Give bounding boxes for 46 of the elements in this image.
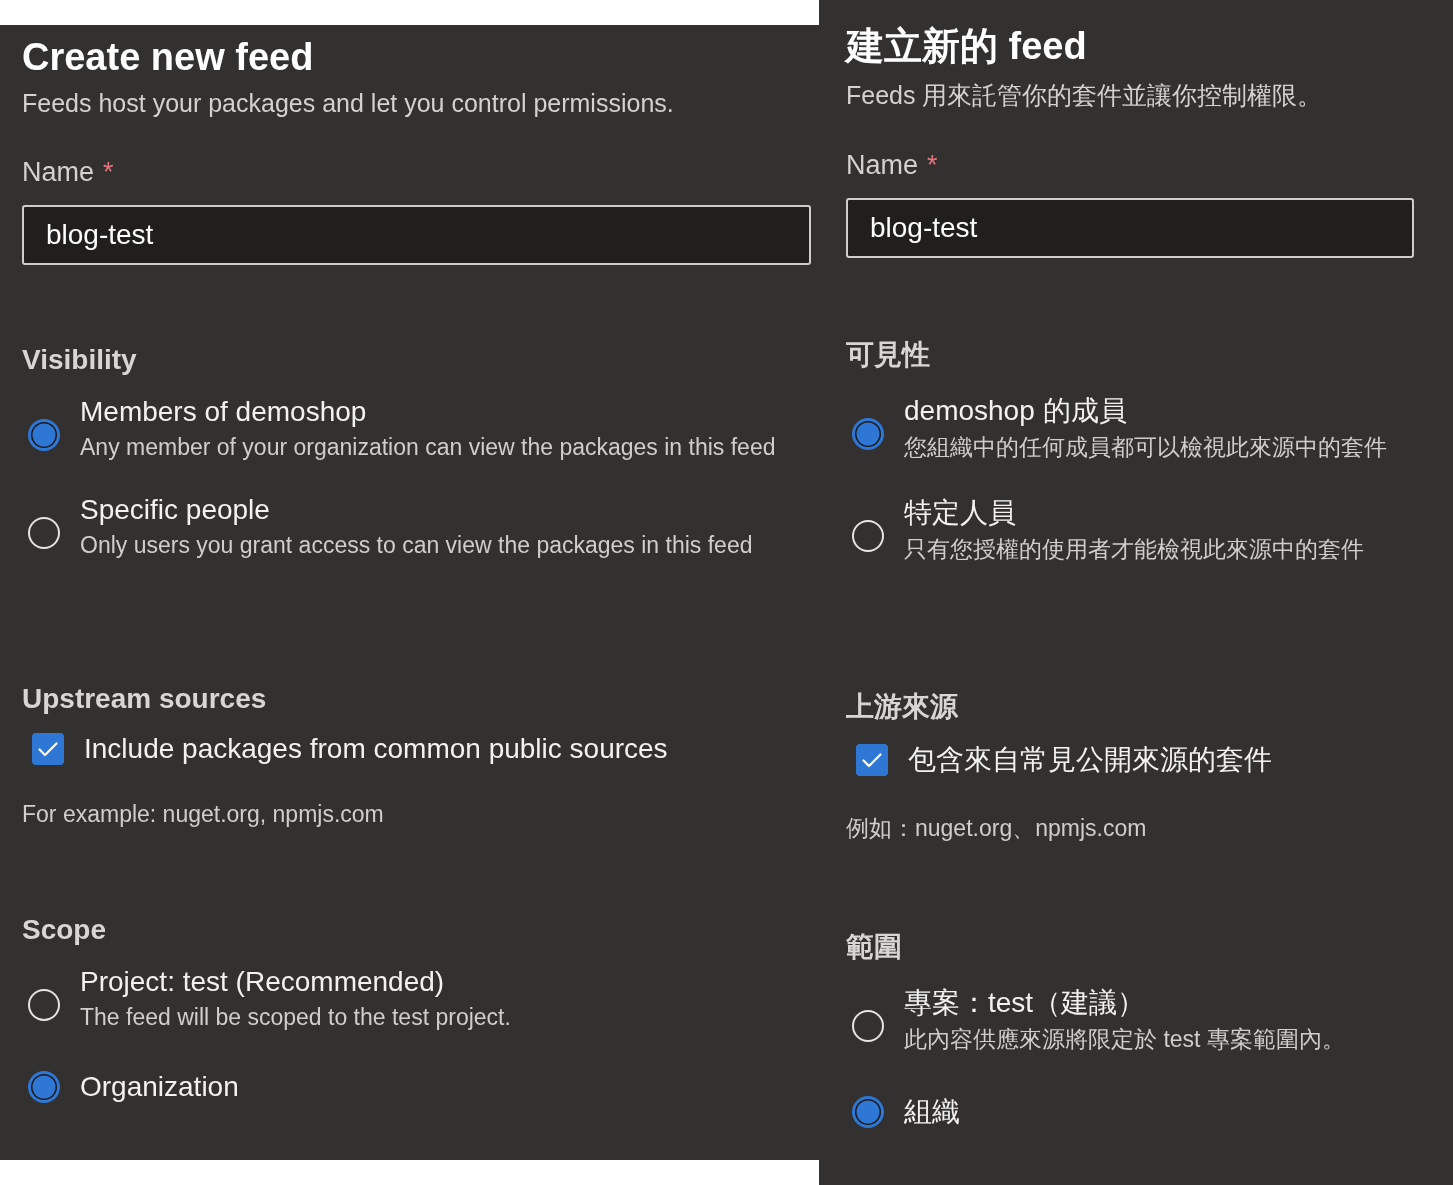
page-subtitle: Feeds host your packages and let you control permissions. (22, 88, 674, 119)
name-input[interactable]: blog-test (846, 198, 1414, 258)
section-heading: 範圍 (846, 930, 903, 964)
required-asterisk: * (927, 149, 938, 182)
section-heading: Visibility (22, 343, 138, 377)
radio-button[interactable] (852, 1096, 884, 1128)
page-subtitle: Feeds 用來託管你的套件並讓你控制權限。 (846, 80, 1323, 111)
option-description: 此內容供應來源將限定於 test 專案範圍內。 (904, 1025, 1345, 1054)
option-label: Members of demoshop (80, 395, 367, 429)
option-description: 您組織中的任何成員都可以檢視此來源中的套件 (904, 433, 1387, 462)
checkbox[interactable] (856, 744, 888, 776)
option-label: 組織 (904, 1095, 960, 1129)
section-heading: Scope (22, 913, 108, 947)
option-label: Organization (80, 1070, 239, 1104)
option-label: demoshop 的成員 (904, 394, 1127, 428)
option-label: Project: test (Recommended) (80, 965, 445, 999)
radio-button[interactable] (28, 517, 60, 549)
option-label: 專案：test（建議） (904, 986, 1146, 1020)
option-description: Only users you grant access to can view the packages in this feed (80, 531, 753, 560)
radio-button[interactable] (28, 1071, 60, 1103)
option-description: The feed will be scoped to the test project. (80, 1003, 511, 1032)
radio-button[interactable] (852, 520, 884, 552)
option-label: 包含來自常見公開來源的套件 (908, 743, 1272, 777)
radio-button[interactable] (852, 418, 884, 450)
option-label: Include packages from common public sources (84, 732, 668, 766)
checkmark-icon (38, 741, 58, 757)
page-title: Create new feed (22, 35, 314, 80)
radio-button[interactable] (28, 989, 60, 1021)
option-description: Any member of your organization can view the packages in this feed (80, 433, 776, 462)
page-title: 建立新的 feed (846, 24, 1087, 69)
option-label: Specific people (80, 493, 270, 527)
checkbox[interactable] (32, 733, 64, 765)
field-label: Name (846, 149, 919, 182)
hint-text: 例如：nuget.org、npmjs.com (846, 814, 1148, 843)
checkmark-icon (862, 752, 882, 768)
section-heading: Upstream sources (22, 682, 268, 716)
radio-button[interactable] (28, 419, 60, 451)
required-asterisk: * (103, 156, 114, 189)
field-label: Name (22, 156, 95, 189)
option-description: 只有您授權的使用者才能檢視此來源中的套件 (904, 535, 1364, 564)
section-heading: 可見性 (846, 338, 931, 372)
radio-button[interactable] (852, 1010, 884, 1042)
section-heading: 上游來源 (846, 690, 959, 724)
name-input[interactable]: blog-test (22, 205, 811, 265)
option-label: 特定人員 (904, 496, 1016, 530)
hint-text: For example: nuget.org, npmjs.com (22, 800, 385, 829)
